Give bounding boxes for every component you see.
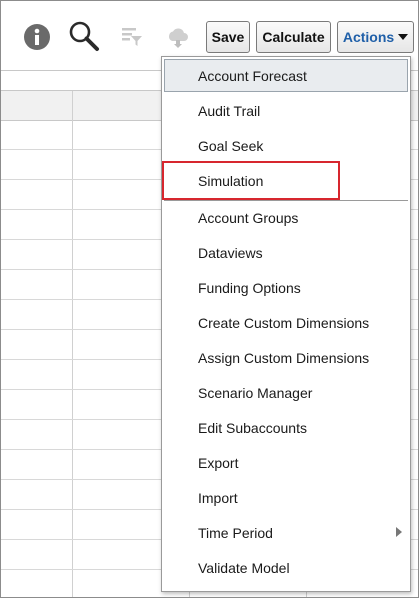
menu-item-scenario-manager[interactable]: Scenario Manager <box>164 376 408 409</box>
menu-item-audit-trail[interactable]: Audit Trail <box>164 94 408 127</box>
menu-item-label: Import <box>198 489 238 506</box>
actions-menu: Account Forecast Audit Trail Goal Seek S… <box>161 56 411 592</box>
menu-item-label: Edit Subaccounts <box>198 419 307 436</box>
chevron-down-icon <box>398 34 409 40</box>
menu-item-label: Account Forecast <box>198 67 307 84</box>
actions-button-label: Actions <box>342 29 395 45</box>
cloud-icon[interactable] <box>166 25 190 49</box>
menu-item-create-custom-dimensions[interactable]: Create Custom Dimensions <box>164 306 408 339</box>
menu-item-label: Validate Model <box>198 559 290 576</box>
menu-item-label: Funding Options <box>198 279 301 296</box>
menu-item-label: Account Groups <box>198 209 299 226</box>
info-icon[interactable] <box>23 23 51 51</box>
calculate-button[interactable]: Calculate <box>256 21 331 53</box>
menu-item-time-period[interactable]: Time Period <box>164 516 408 549</box>
menu-item-label: Scenario Manager <box>198 384 313 401</box>
filter-icon[interactable] <box>120 25 144 49</box>
menu-item-label: Dataviews <box>198 244 263 261</box>
menu-item-goal-seek[interactable]: Goal Seek <box>164 129 408 162</box>
grid-column-divider <box>72 91 73 597</box>
menu-item-label: Export <box>198 454 239 471</box>
menu-item-label: Simulation <box>198 172 264 189</box>
menu-item-label: Assign Custom Dimensions <box>198 349 370 366</box>
menu-item-validate-model[interactable]: Validate Model <box>164 551 408 584</box>
menu-item-assign-custom-dimensions[interactable]: Assign Custom Dimensions <box>164 341 408 374</box>
menu-item-label: Time Period <box>198 524 273 541</box>
menu-item-funding-options[interactable]: Funding Options <box>164 271 408 304</box>
save-button[interactable]: Save <box>206 21 250 53</box>
menu-item-account-forecast[interactable]: Account Forecast <box>164 59 408 92</box>
menu-item-label: Create Custom Dimensions <box>198 314 370 331</box>
app-window: Save Calculate Actions Account Forecast <box>0 0 419 598</box>
actions-button[interactable]: Actions <box>337 21 414 53</box>
menu-item-import[interactable]: Import <box>164 481 408 514</box>
menu-item-label: Goal Seek <box>198 137 264 154</box>
menu-item-dataviews[interactable]: Dataviews <box>164 236 408 269</box>
menu-item-edit-subaccounts[interactable]: Edit Subaccounts <box>164 411 408 444</box>
search-icon[interactable] <box>67 19 101 53</box>
chevron-right-icon <box>396 527 402 537</box>
menu-item-label: Audit Trail <box>198 102 261 119</box>
menu-item-export[interactable]: Export <box>164 446 408 479</box>
menu-item-account-groups[interactable]: Account Groups <box>164 201 408 234</box>
menu-item-simulation[interactable]: Simulation <box>164 164 408 197</box>
